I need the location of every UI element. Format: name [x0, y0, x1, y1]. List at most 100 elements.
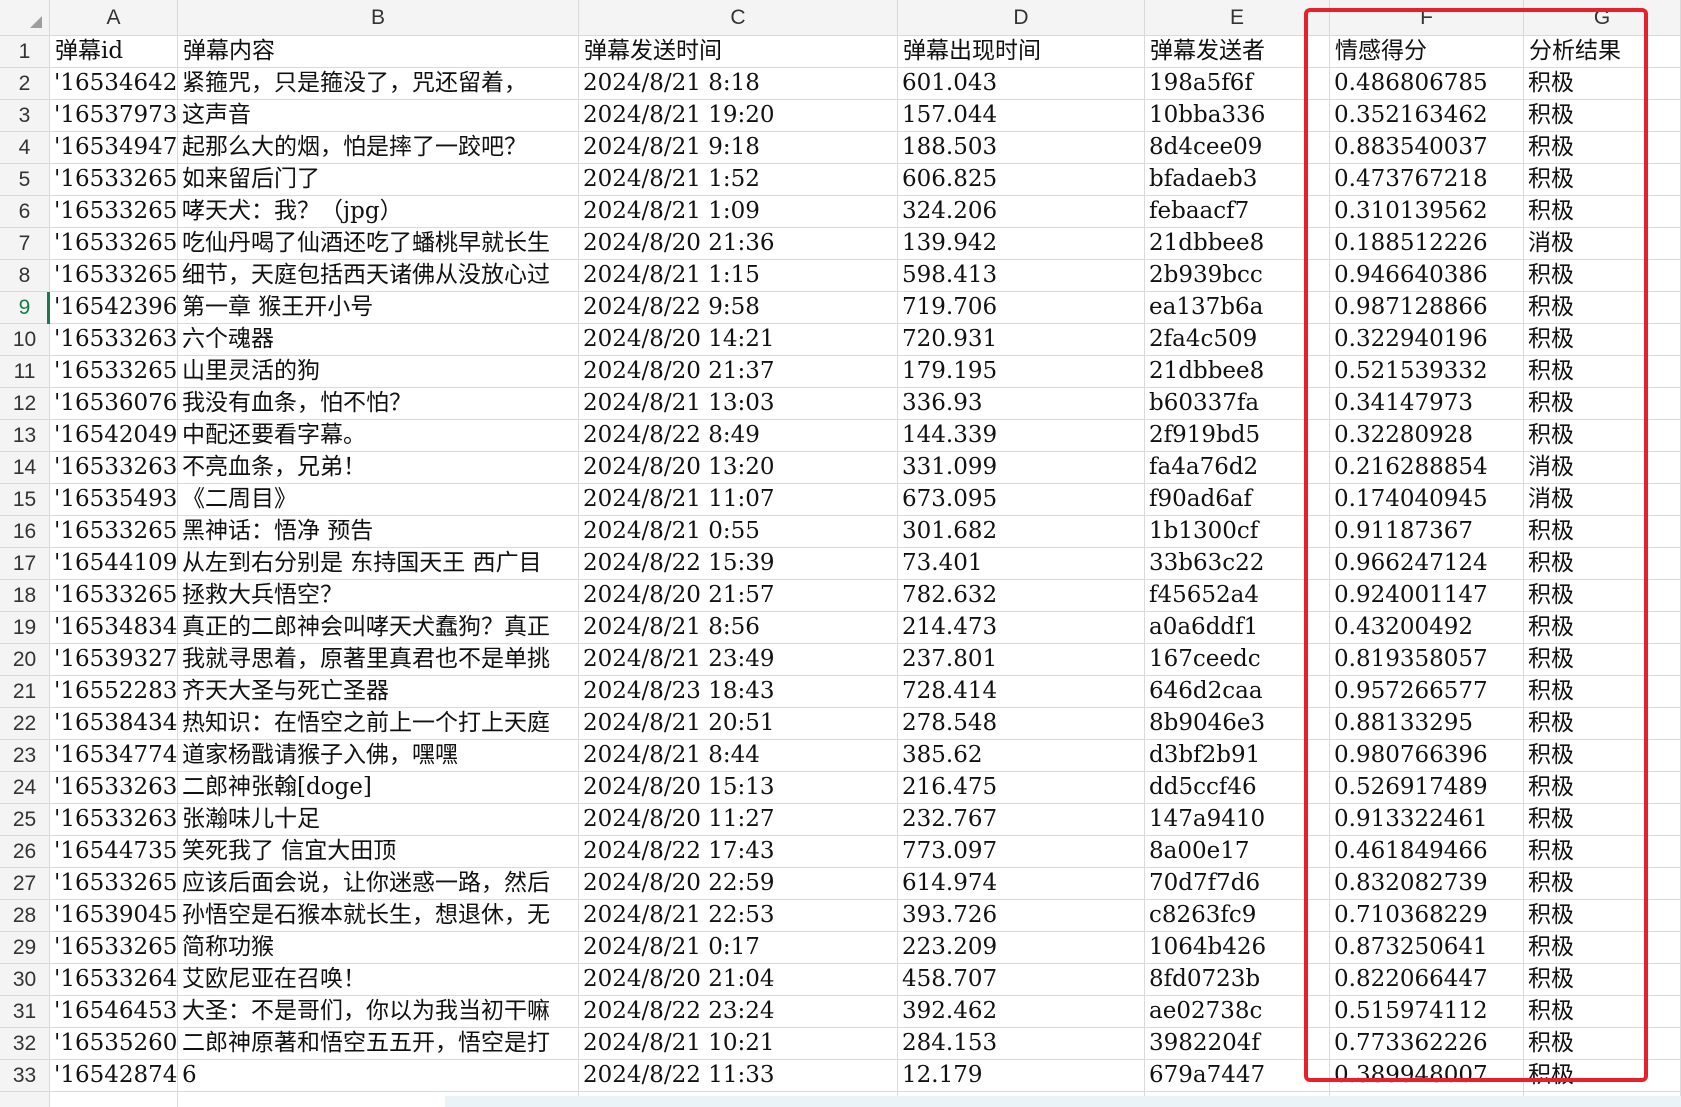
table-cell[interactable]: 157.044	[898, 100, 1145, 132]
table-cell[interactable]: 278.548	[898, 708, 1145, 740]
table-cell[interactable]: 719.706	[898, 292, 1145, 324]
table-cell[interactable]	[50, 1092, 178, 1107]
table-cell[interactable]: 2024/8/21 8:18	[579, 68, 898, 100]
table-cell[interactable]: 2024/8/22 11:33	[579, 1060, 898, 1092]
table-cell[interactable]: 紧箍咒，只是箍没了，咒还留着，	[178, 68, 579, 100]
table-cell[interactable]: 积极	[1524, 356, 1681, 388]
table-cell[interactable]: 0.773362226	[1330, 1028, 1524, 1060]
row-header[interactable]: 13	[0, 420, 50, 452]
table-cell[interactable]: '16534642	[50, 68, 178, 100]
table-cell[interactable]: 我没有血条，怕不怕？	[178, 388, 579, 420]
header-cell[interactable]: 弹幕内容	[178, 36, 579, 68]
table-cell[interactable]: 积极	[1524, 100, 1681, 132]
row-header[interactable]: 30	[0, 964, 50, 996]
table-cell[interactable]: 积极	[1524, 292, 1681, 324]
table-cell[interactable]: 如来留后门了	[178, 164, 579, 196]
table-cell[interactable]: 积极	[1524, 516, 1681, 548]
table-cell[interactable]: 孙悟空是石猴本就长生，想退休，无	[178, 900, 579, 932]
table-cell[interactable]: 第一章 猴王开小号	[178, 292, 579, 324]
table-cell[interactable]: 458.707	[898, 964, 1145, 996]
table-cell[interactable]: 601.043	[898, 68, 1145, 100]
table-cell[interactable]: 2024/8/20 13:20	[579, 452, 898, 484]
table-cell[interactable]: '16533265	[50, 516, 178, 548]
table-cell[interactable]: 2024/8/21 0:17	[579, 932, 898, 964]
table-cell[interactable]: fa4a76d2	[1145, 452, 1330, 484]
row-header[interactable]: 32	[0, 1028, 50, 1060]
table-cell[interactable]: 积极	[1524, 740, 1681, 772]
table-cell[interactable]: 2024/8/21 9:18	[579, 132, 898, 164]
table-cell[interactable]: 细节，天庭包括西天诸佛从没放心过	[178, 260, 579, 292]
row-header[interactable]: 2	[0, 68, 50, 100]
table-cell[interactable]: '16533263	[50, 772, 178, 804]
table-cell[interactable]: 284.153	[898, 1028, 1145, 1060]
table-cell[interactable]: 热知识：在悟空之前上一个打上天庭	[178, 708, 579, 740]
table-cell[interactable]: 2024/8/20 21:37	[579, 356, 898, 388]
table-cell[interactable]: 0.322940196	[1330, 324, 1524, 356]
table-cell[interactable]: 中配还要看字幕。	[178, 420, 579, 452]
table-cell[interactable]: 2024/8/22 23:24	[579, 996, 898, 1028]
table-cell[interactable]: 0.526917489	[1330, 772, 1524, 804]
table-cell[interactable]: 0.957266577	[1330, 676, 1524, 708]
table-cell[interactable]: 0.34147973	[1330, 388, 1524, 420]
table-cell[interactable]: 598.413	[898, 260, 1145, 292]
row-header[interactable]: 23	[0, 740, 50, 772]
table-cell[interactable]: 8d4cee09	[1145, 132, 1330, 164]
table-cell[interactable]: '16533263	[50, 324, 178, 356]
select-all-corner[interactable]	[0, 0, 50, 36]
table-cell[interactable]: 773.097	[898, 836, 1145, 868]
table-cell[interactable]: 8a00e17	[1145, 836, 1330, 868]
table-cell[interactable]: '16533265	[50, 196, 178, 228]
table-cell[interactable]: 301.682	[898, 516, 1145, 548]
table-cell[interactable]: 393.726	[898, 900, 1145, 932]
header-cell[interactable]: 弹幕id	[50, 36, 178, 68]
table-cell[interactable]: 646d2caa	[1145, 676, 1330, 708]
table-cell[interactable]: '16539327	[50, 644, 178, 676]
table-cell[interactable]: '16552283	[50, 676, 178, 708]
table-cell[interactable]: 不亮血条，兄弟！	[178, 452, 579, 484]
table-cell[interactable]: 齐天大圣与死亡圣器	[178, 676, 579, 708]
table-cell[interactable]: 73.401	[898, 548, 1145, 580]
row-header[interactable]: 29	[0, 932, 50, 964]
table-cell[interactable]: 二郎神原著和悟空五五开，悟空是打	[178, 1028, 579, 1060]
table-cell[interactable]: 21dbbee8	[1145, 356, 1330, 388]
horizontal-scrollbar[interactable]	[445, 1096, 1681, 1107]
table-cell[interactable]: 2024/8/20 14:21	[579, 324, 898, 356]
table-cell[interactable]: 0.987128866	[1330, 292, 1524, 324]
table-cell[interactable]: 0.946640386	[1330, 260, 1524, 292]
table-cell[interactable]: 606.825	[898, 164, 1145, 196]
table-cell[interactable]: 积极	[1524, 932, 1681, 964]
table-cell[interactable]: 0.352163462	[1330, 100, 1524, 132]
row-header[interactable]	[0, 1092, 50, 1107]
table-cell[interactable]: 积极	[1524, 996, 1681, 1028]
table-cell[interactable]: 237.801	[898, 644, 1145, 676]
table-cell[interactable]: 0.873250641	[1330, 932, 1524, 964]
row-header[interactable]: 10	[0, 324, 50, 356]
row-header[interactable]: 7	[0, 228, 50, 260]
table-cell[interactable]: '16544735	[50, 836, 178, 868]
table-cell[interactable]: 艾欧尼亚在召唤！	[178, 964, 579, 996]
table-cell[interactable]: 6	[178, 1060, 579, 1092]
table-cell[interactable]: '16533265	[50, 164, 178, 196]
row-header[interactable]: 33	[0, 1060, 50, 1092]
row-header[interactable]: 12	[0, 388, 50, 420]
row-header[interactable]: 3	[0, 100, 50, 132]
table-cell[interactable]: 324.206	[898, 196, 1145, 228]
table-cell[interactable]: 3982204f	[1145, 1028, 1330, 1060]
table-cell[interactable]: '16538434	[50, 708, 178, 740]
table-cell[interactable]: 简称功猴	[178, 932, 579, 964]
table-cell[interactable]: '16533265	[50, 356, 178, 388]
table-cell[interactable]: '16533265	[50, 260, 178, 292]
table-cell[interactable]: 139.942	[898, 228, 1145, 260]
table-cell[interactable]: 0.174040945	[1330, 484, 1524, 516]
table-cell[interactable]: 2024/8/20 21:04	[579, 964, 898, 996]
table-cell[interactable]: 0.32280928	[1330, 420, 1524, 452]
table-cell[interactable]: '16534774	[50, 740, 178, 772]
table-cell[interactable]: 积极	[1524, 1028, 1681, 1060]
table-cell[interactable]: 2024/8/21 1:15	[579, 260, 898, 292]
header-cell[interactable]: 弹幕发送时间	[579, 36, 898, 68]
table-cell[interactable]: 黑神话：悟净 预告	[178, 516, 579, 548]
row-header[interactable]: 20	[0, 644, 50, 676]
table-cell[interactable]: 2024/8/20 21:36	[579, 228, 898, 260]
table-cell[interactable]: 《二周目》	[178, 484, 579, 516]
table-cell[interactable]: 0.883540037	[1330, 132, 1524, 164]
